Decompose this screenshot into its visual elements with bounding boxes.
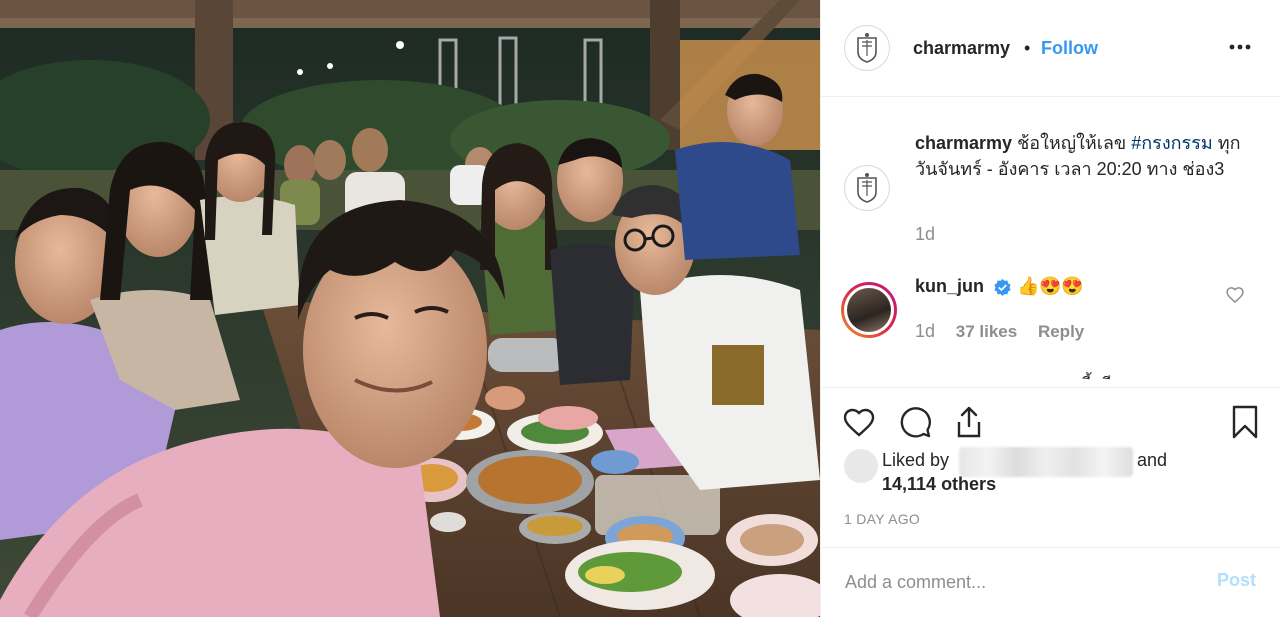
comment-likes-count[interactable]: 37 likes — [956, 322, 1017, 341]
post-header: charmarmy • Follow — [821, 0, 1280, 97]
group-selfie-image — [0, 0, 820, 617]
commenter-avatar[interactable] — [841, 282, 897, 338]
crest-logo-icon — [857, 173, 877, 203]
share-upload-icon[interactable] — [951, 404, 987, 440]
comment-meta: 1d 37 likes Reply — [915, 321, 1100, 342]
comments-section[interactable]: charmarmy ช้อใหญ่ให้เลข #กรงกรรม ทุกวันจ… — [821, 97, 1280, 387]
liker-avatar[interactable] — [844, 449, 878, 483]
author-username[interactable]: charmarmy — [913, 38, 1010, 59]
blurred-liker-name — [959, 447, 1133, 477]
caption-author-avatar[interactable] — [844, 165, 890, 211]
thumbs-up-emoji: 👍 — [1017, 276, 1040, 296]
caption-username[interactable]: charmarmy — [915, 133, 1012, 153]
heart-eyes-emoji: 😍 — [1039, 276, 1062, 296]
liked-by-label: Liked by — [882, 450, 950, 470]
post-timestamp[interactable]: 1 DAY AGO — [844, 511, 920, 527]
like-heart-icon[interactable] — [841, 404, 877, 440]
comment-like-heart-icon[interactable] — [1225, 285, 1245, 305]
caption-body: ช้อใหญ่ให้เลข — [1017, 133, 1127, 153]
verified-badge-icon — [994, 278, 1011, 296]
crest-logo-icon — [857, 33, 877, 63]
save-bookmark-icon[interactable] — [1227, 404, 1263, 440]
commenter-username[interactable]: kun_jun — [915, 276, 984, 297]
add-comment-input[interactable] — [843, 564, 1187, 600]
clipped-next-comment: ี้ ี — [1091, 376, 1114, 387]
reply-button[interactable]: Reply — [1038, 322, 1084, 341]
comment-bubble-icon[interactable] — [897, 404, 933, 440]
post-comment-button[interactable]: Post — [1217, 570, 1256, 591]
caption-timestamp[interactable]: 1d — [915, 224, 935, 245]
header-separator: • — [1024, 38, 1031, 58]
likes-conjunction: and — [1137, 450, 1168, 470]
likes-count-link[interactable]: 14,114 others — [882, 474, 996, 495]
heart-eyes-emoji: 😍 — [1061, 276, 1084, 296]
author-avatar[interactable] — [844, 25, 890, 71]
comment-timestamp[interactable]: 1d — [915, 321, 935, 341]
more-options-icon[interactable] — [1223, 30, 1257, 64]
follow-button[interactable]: Follow — [1041, 38, 1098, 59]
add-comment-bar: Post — [821, 547, 1280, 618]
caption-hashtag-link[interactable]: #กรงกรรม — [1131, 133, 1212, 153]
post-photo[interactable] — [0, 0, 820, 617]
avatar-photo — [847, 288, 891, 332]
post-side-panel: charmarmy • Follow charmarmy ช้อใหญ่ให้เ… — [820, 0, 1280, 617]
caption-text: charmarmy ช้อใหญ่ให้เลข #กรงกรรม ทุกวันจ… — [915, 130, 1245, 182]
post-actions-bar — [821, 387, 1280, 454]
